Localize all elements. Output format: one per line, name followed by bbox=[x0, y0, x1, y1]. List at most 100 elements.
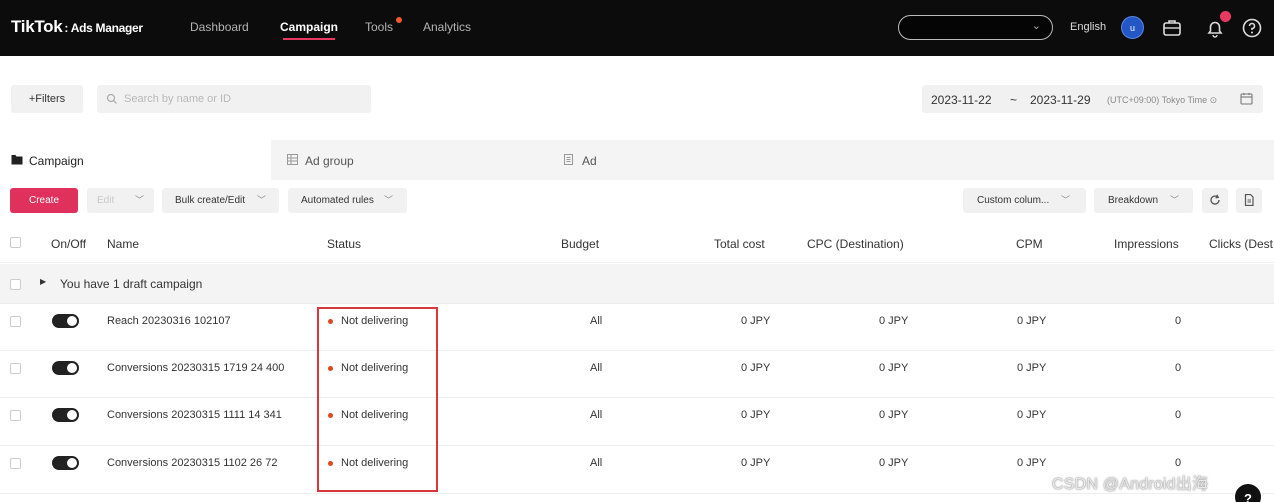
account-selector[interactable]: ⌄ bbox=[898, 15, 1053, 40]
column-name[interactable]: Name bbox=[107, 237, 139, 251]
automated-rules-button[interactable]: Automated rules ﹀ bbox=[288, 188, 407, 213]
watermark: CSDN @Android出海 bbox=[1052, 476, 1209, 493]
breakdown-button[interactable]: Breakdown ﹀ bbox=[1094, 188, 1193, 213]
nav-campaign[interactable]: Campaign bbox=[280, 20, 338, 34]
column-clicks-destination[interactable]: Clicks (Dest bbox=[1209, 237, 1273, 251]
date-end: 2023-11-29 bbox=[1030, 93, 1091, 107]
filters-button[interactable]: +Filters bbox=[11, 85, 83, 113]
campaign-name[interactable]: Conversions 20230315 1111 14 341 bbox=[107, 409, 282, 421]
campaign-impressions: 0 bbox=[1175, 409, 1182, 421]
column-on-off[interactable]: On/Off bbox=[51, 237, 86, 251]
refresh-button[interactable] bbox=[1202, 188, 1228, 213]
column-total-cost[interactable]: Total cost bbox=[714, 237, 765, 251]
column-cpc-destination[interactable]: CPC (Destination) bbox=[807, 237, 904, 251]
logo-sub-text: : Ads Manager bbox=[64, 21, 143, 35]
campaign-impressions: 0 bbox=[1175, 362, 1182, 374]
tab-ad-label: Ad bbox=[582, 154, 597, 168]
campaign-total-cost: 0 JPY bbox=[741, 315, 771, 327]
automated-rules-label: Automated rules bbox=[301, 195, 374, 206]
toggle-knob bbox=[67, 458, 77, 468]
custom-columns-label: Custom colum... bbox=[977, 195, 1050, 206]
on-off-toggle[interactable] bbox=[52, 314, 79, 328]
top-navigation-bar: TikTok: Ads Manager Dashboard Campaign T… bbox=[0, 0, 1274, 56]
table-row: Reach 20230316 102107 Not delivering All… bbox=[0, 304, 1274, 351]
chevron-down-icon: ⌄ bbox=[1031, 20, 1041, 32]
level-tabs: Campaign Ad group Ad bbox=[0, 140, 1274, 180]
campaign-total-cost: 0 JPY bbox=[741, 362, 771, 374]
campaign-total-cost: 0 JPY bbox=[741, 457, 771, 469]
export-button[interactable] bbox=[1236, 188, 1262, 213]
toggle-knob bbox=[67, 410, 77, 420]
campaign-impressions: 0 bbox=[1175, 457, 1182, 469]
folder-icon bbox=[11, 155, 23, 165]
bulk-create-edit-button[interactable]: Bulk create/Edit ﹀ bbox=[162, 188, 279, 213]
campaign-cpm: 0 JPY bbox=[1017, 362, 1047, 374]
notification-badge bbox=[1220, 11, 1231, 22]
campaign-budget: All bbox=[590, 362, 603, 374]
date-start: 2023-11-22 bbox=[931, 93, 992, 107]
create-button[interactable]: Create bbox=[10, 188, 78, 213]
column-impressions[interactable]: Impressions bbox=[1114, 237, 1179, 251]
toggle-knob bbox=[67, 316, 77, 326]
on-off-toggle[interactable] bbox=[52, 361, 79, 375]
campaign-cpc: 0 JPY bbox=[879, 362, 909, 374]
column-cpm[interactable]: CPM bbox=[1016, 237, 1043, 251]
campaign-budget: All bbox=[590, 457, 603, 469]
search-input[interactable]: Search by name or ID bbox=[97, 85, 371, 113]
chevron-down-icon: ﹀ bbox=[1061, 195, 1071, 205]
edit-label: Edit bbox=[97, 195, 115, 206]
column-budget[interactable]: Budget bbox=[561, 237, 599, 251]
caret-right-icon[interactable]: ▶ bbox=[40, 277, 46, 286]
tab-ad[interactable]: Ad bbox=[551, 140, 831, 180]
row-checkbox[interactable] bbox=[10, 279, 21, 290]
campaign-cpm: 0 JPY bbox=[1017, 315, 1047, 327]
campaign-budget: All bbox=[590, 315, 603, 327]
table-header: On/Off Name Status Budget Total cost CPC… bbox=[0, 223, 1274, 263]
draft-notice: You have 1 draft campaign bbox=[60, 277, 203, 291]
campaign-name[interactable]: Reach 20230316 102107 bbox=[107, 315, 231, 327]
campaign-name[interactable]: Conversions 20230315 1719 24 400 bbox=[107, 362, 284, 374]
nav-active-underline bbox=[283, 38, 335, 40]
campaign-name[interactable]: Conversions 20230315 1102 26 72 bbox=[107, 457, 277, 469]
row-checkbox[interactable] bbox=[10, 410, 21, 421]
briefcase-icon[interactable] bbox=[1161, 17, 1183, 39]
timezone-label: (UTC+09:00) Tokyo Time ⊙ bbox=[1107, 95, 1218, 105]
document-icon bbox=[564, 154, 573, 165]
row-checkbox[interactable] bbox=[10, 316, 21, 327]
bulk-create-edit-label: Bulk create/Edit bbox=[175, 195, 246, 206]
status-highlight-box bbox=[317, 307, 438, 492]
chevron-down-icon: ﹀ bbox=[135, 195, 145, 205]
avatar[interactable]: u bbox=[1121, 16, 1144, 39]
select-all-checkbox[interactable] bbox=[10, 237, 21, 248]
tiktok-ads-manager-logo[interactable]: TikTok: Ads Manager bbox=[11, 17, 143, 37]
language-switcher[interactable]: English bbox=[1070, 21, 1106, 33]
table-row: Conversions 20230315 1719 24 400 Not del… bbox=[0, 351, 1274, 398]
column-status[interactable]: Status bbox=[327, 237, 361, 251]
nav-analytics[interactable]: Analytics bbox=[423, 20, 471, 34]
tab-ad-group[interactable]: Ad group bbox=[271, 140, 551, 180]
draft-campaign-row[interactable]: ▶ You have 1 draft campaign bbox=[0, 264, 1274, 304]
custom-columns-button[interactable]: Custom colum... ﹀ bbox=[963, 188, 1086, 213]
breakdown-label: Breakdown bbox=[1108, 195, 1159, 206]
logo-main-text: TikTok bbox=[11, 17, 63, 36]
on-off-toggle[interactable] bbox=[52, 408, 79, 422]
tab-campaign-label: Campaign bbox=[29, 154, 84, 168]
row-checkbox[interactable] bbox=[10, 363, 21, 374]
nav-dashboard[interactable]: Dashboard bbox=[190, 20, 249, 34]
campaign-cpc: 0 JPY bbox=[879, 457, 909, 469]
table-row: Conversions 20230315 1111 14 341 Not del… bbox=[0, 398, 1274, 446]
campaign-impressions: 0 bbox=[1175, 315, 1182, 327]
edit-button[interactable]: Edit ﹀ bbox=[87, 188, 154, 213]
nav-tools[interactable]: Tools bbox=[365, 20, 393, 34]
row-checkbox[interactable] bbox=[10, 458, 21, 469]
refresh-icon bbox=[1210, 194, 1220, 205]
campaign-total-cost: 0 JPY bbox=[741, 409, 771, 421]
help-circle-icon[interactable] bbox=[1241, 17, 1263, 39]
file-export-icon bbox=[1244, 194, 1254, 206]
campaign-cpc: 0 JPY bbox=[879, 409, 909, 421]
calendar-icon bbox=[1240, 93, 1253, 105]
tab-campaign[interactable]: Campaign bbox=[0, 140, 271, 180]
search-icon bbox=[106, 93, 117, 104]
on-off-toggle[interactable] bbox=[52, 456, 79, 470]
date-range-picker[interactable]: 2023-11-22 ~ 2023-11-29 (UTC+09:00) Toky… bbox=[922, 85, 1263, 113]
